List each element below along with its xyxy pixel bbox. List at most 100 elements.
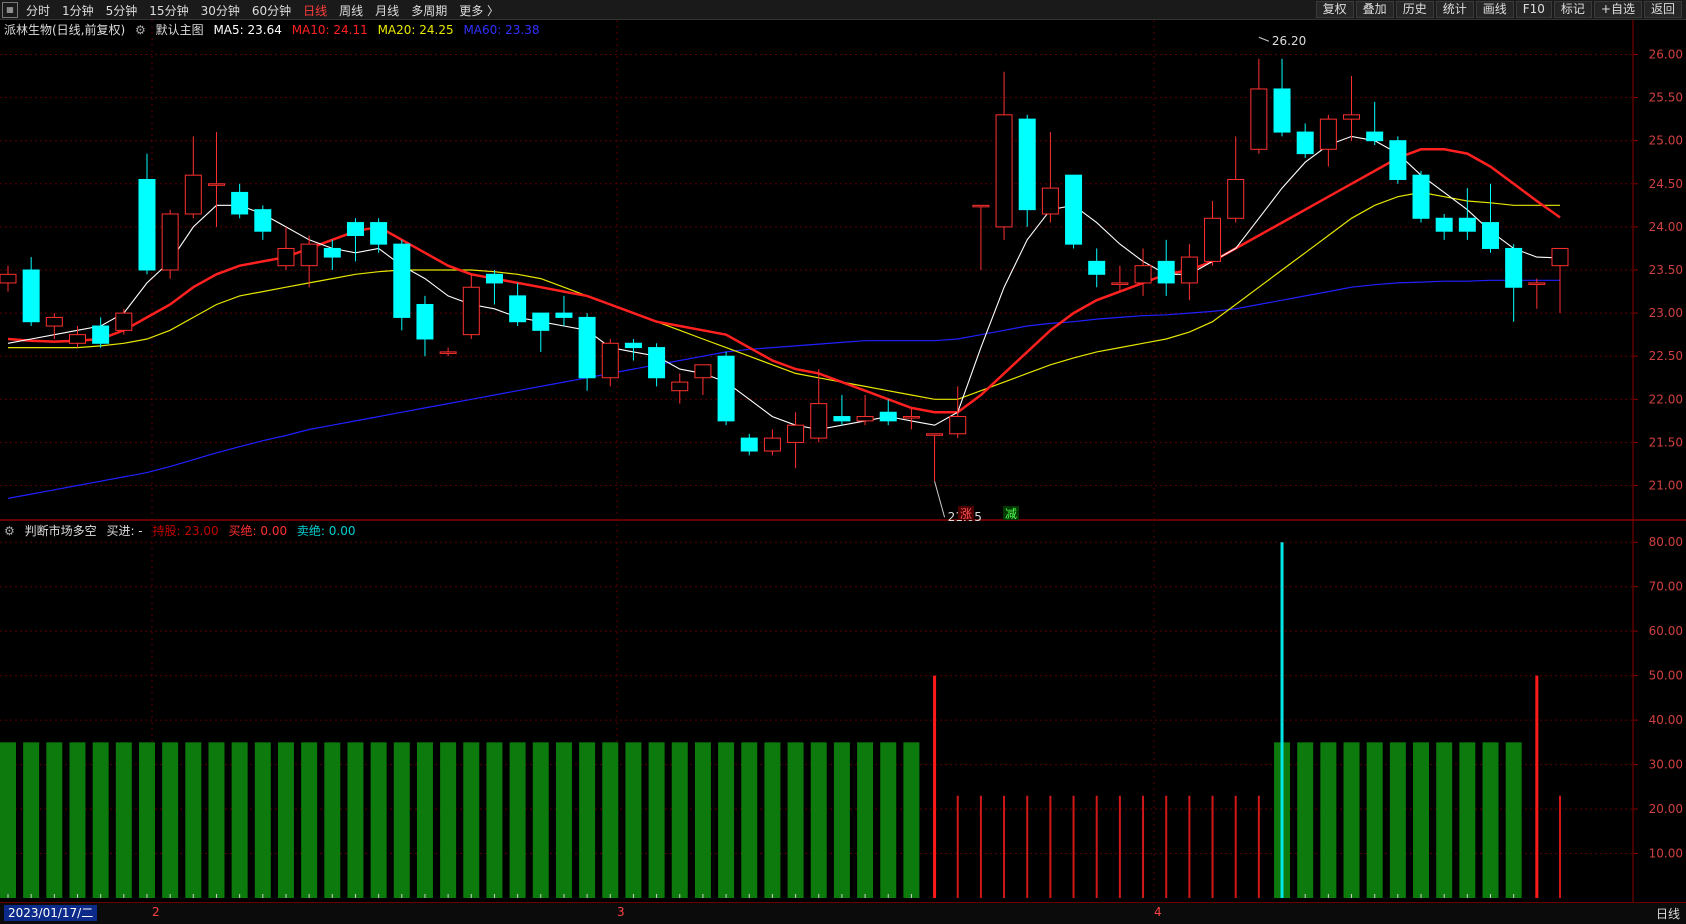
toolbar-button[interactable]: 叠加	[1355, 1, 1394, 18]
logo-icon: ▦	[2, 2, 18, 18]
sell-max-label: 卖绝: 0.00	[296, 524, 356, 538]
candle-body	[833, 416, 851, 422]
candle	[1528, 278, 1546, 309]
candle	[1180, 244, 1198, 301]
y-tick-label: 20.00	[1649, 802, 1683, 816]
timeframe-label[interactable]: 日线	[1656, 905, 1680, 922]
indicator-bar	[1297, 742, 1314, 898]
toolbar-button[interactable]: 统计	[1435, 1, 1474, 18]
period-tab[interactable]: 更多 〉	[453, 2, 505, 19]
template-label[interactable]: 默认主图	[156, 23, 204, 37]
toolbar-button[interactable]: F10	[1515, 1, 1552, 18]
toolbar-button[interactable]: 返回	[1643, 1, 1682, 18]
candle	[717, 351, 735, 426]
candle	[439, 347, 457, 357]
indicator-bar	[1482, 742, 1499, 898]
indicator-bar	[324, 742, 341, 898]
candle	[763, 429, 781, 456]
candle-body	[926, 433, 944, 436]
toolbar-button[interactable]: 画线	[1475, 1, 1514, 18]
indicator-title[interactable]: 判断市场多空	[25, 524, 97, 538]
y-tick-label: 26.00	[1649, 47, 1683, 61]
candle	[1157, 239, 1175, 296]
candle-body	[694, 364, 712, 379]
settings-icon[interactable]: ⚙	[135, 23, 146, 37]
period-tab[interactable]: 分时	[20, 2, 56, 19]
period-tab[interactable]: 1分钟	[56, 2, 100, 19]
indicator-bar	[393, 742, 410, 898]
indicator-bar	[694, 742, 711, 898]
candle	[115, 308, 133, 335]
period-tab[interactable]: 15分钟	[143, 2, 194, 19]
candle	[1227, 136, 1245, 223]
candle	[45, 313, 63, 339]
kline-chart[interactable]: 21.00 21.50 22.00 22.50 23.00 23.50 24.00 24.50…	[0, 0, 1686, 923]
toolbar-right: 复权 叠加 历史 统计 画线 F10 标记 +自选 返回	[1315, 1, 1682, 18]
toolbar-button[interactable]: +自选	[1593, 1, 1642, 18]
y-tick-label: 23.50	[1649, 263, 1683, 277]
candle	[694, 364, 712, 395]
candle	[1389, 136, 1407, 184]
candle-body	[161, 213, 179, 271]
ma-line-ma5	[7, 135, 1561, 431]
candle-body	[1551, 247, 1569, 267]
candle-body	[485, 273, 503, 284]
candle-body	[787, 424, 805, 443]
candle-body	[624, 342, 642, 349]
indicator-settings-icon[interactable]: ⚙	[4, 524, 15, 538]
candle	[207, 132, 225, 227]
indicator-bar	[1413, 742, 1430, 898]
y-tick-label: 30.00	[1649, 758, 1683, 772]
candle-body	[462, 286, 480, 336]
indicator-bar	[46, 742, 63, 898]
candle	[926, 433, 944, 482]
candle	[254, 205, 272, 240]
y-tick-label: 22.00	[1649, 392, 1683, 406]
period-tab[interactable]: 5分钟	[100, 2, 144, 19]
indicator-bar	[231, 742, 248, 898]
stock-title[interactable]: 派林生物(日线,前复权)	[4, 23, 125, 37]
candle-body	[1505, 247, 1523, 288]
candle-body	[346, 222, 364, 237]
candle-body	[1435, 217, 1453, 232]
indicator-bar	[1505, 742, 1522, 898]
indicator-bar	[1320, 742, 1337, 898]
y-tick-label: 23.00	[1649, 306, 1683, 320]
period-tab[interactable]: 60分钟	[246, 2, 297, 19]
candle-body	[439, 351, 457, 354]
candle-body	[1018, 118, 1036, 211]
candle-body	[184, 174, 202, 215]
hold-label: 持股: 23.00	[152, 524, 219, 538]
toolbar-button[interactable]: 复权	[1315, 1, 1354, 18]
candle-body	[1343, 114, 1361, 120]
low-marker-line	[934, 481, 946, 518]
ma-line-ma10	[7, 148, 1561, 414]
main-panel-header: 派林生物(日线,前复权) ⚙ 默认主图 MA5: 23.64 MA10: 24.…	[4, 21, 546, 38]
candle	[184, 136, 202, 219]
candle	[1482, 183, 1500, 253]
candle-body	[231, 191, 249, 215]
badge-up: 涨	[960, 506, 972, 521]
candle	[231, 183, 249, 219]
period-tab[interactable]: 多周期	[405, 2, 453, 19]
toolbar-button[interactable]: 标记	[1553, 1, 1592, 18]
candle-body	[1528, 282, 1546, 285]
candle	[995, 71, 1013, 240]
indicator-bar	[185, 742, 202, 898]
candle	[1273, 58, 1291, 137]
ma-line-ma20	[8, 191, 1560, 400]
toolbar-button[interactable]: 历史	[1395, 1, 1434, 18]
indicator-bar	[880, 742, 897, 898]
candle-body	[68, 334, 86, 344]
indicator-bar	[532, 742, 549, 898]
period-tab[interactable]: 周线	[333, 2, 369, 19]
candle	[277, 226, 295, 270]
candle-body	[856, 416, 874, 422]
candle-body	[300, 243, 318, 267]
period-tab[interactable]: 30分钟	[195, 2, 246, 19]
period-tab[interactable]: 月线	[369, 2, 405, 19]
candle	[624, 338, 642, 361]
period-tab[interactable]: 日线	[297, 2, 333, 19]
candle	[810, 369, 828, 443]
candle	[1065, 174, 1083, 249]
